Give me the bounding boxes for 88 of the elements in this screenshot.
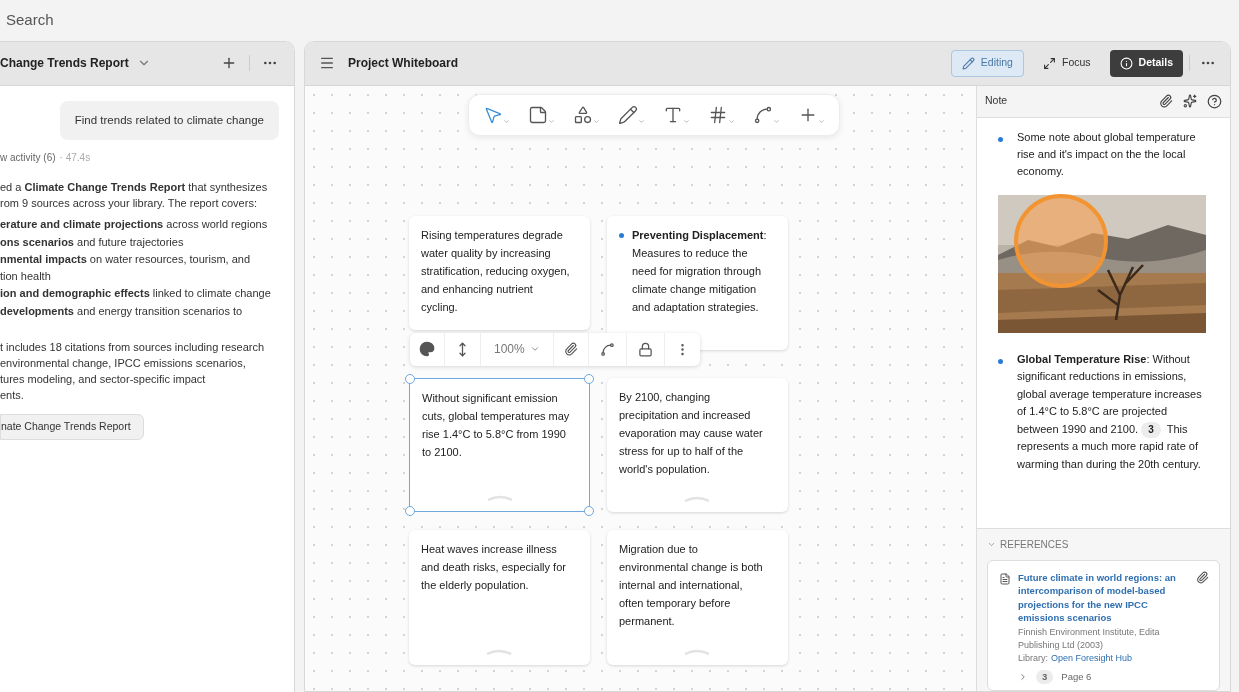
search-field[interactable]: Search: [6, 9, 306, 32]
bullet-text: nmental impacts on water resources, tourism, and: [0, 252, 252, 267]
card-text: Without significant emission cuts, global temperatures may rise 1.4°C to 5.8°C from 1990 to 2100.: [422, 390, 571, 460]
page-label: Page 6: [1061, 669, 1092, 684]
panel-title[interactable]: Change Trends Report: [0, 54, 129, 73]
paperclip-icon[interactable]: [563, 342, 578, 357]
paperclip-icon[interactable]: [1159, 94, 1173, 109]
mode-button[interactable]: Focus: [1031, 49, 1102, 77]
citation-badge: 3: [1036, 669, 1054, 684]
card-text: Preventing Displacement: Measures to reduce the need for migration through climate change mitigation and adaptation strategies.: [632, 227, 768, 315]
user-message: Find trends related to climate change: [59, 100, 279, 140]
connector-icon: [753, 104, 773, 125]
response-text: rom 9 sources across your library. The report covers:: [0, 196, 258, 211]
bullet-icon: [998, 136, 1003, 142]
activity-time: · 47.4s: [59, 151, 91, 165]
whiteboard-title: Project Whiteboard: [348, 55, 458, 73]
grip-icon[interactable]: [486, 494, 514, 501]
card-text: By 2100, changing precipitation and increased evaporation may cause water stress for up to half of the world's population.: [619, 389, 764, 477]
library-link[interactable]: Open Foresight Hub: [1051, 651, 1133, 665]
caret-icon: [728, 117, 735, 125]
tool-button[interactable]: [708, 104, 735, 125]
sticky-card[interactable]: Rising temperatures degrade water quality by increasing stratification, reducing oxygen, and enhancing nutrient cycling.: [409, 215, 590, 330]
response-text: t includes 18 citations from sources including research: [0, 340, 266, 355]
zoom-dropdown[interactable]: 100%: [481, 332, 554, 366]
resize-handle[interactable]: [405, 373, 415, 384]
card-text: Heat waves increase illness and death risks, especially for the elderly population.: [421, 541, 567, 593]
connector-icon[interactable]: [599, 341, 615, 357]
grip-icon[interactable]: [683, 648, 711, 655]
lock-icon[interactable]: [637, 341, 653, 357]
references-heading[interactable]: REFERENCES: [1000, 536, 1069, 552]
caret-icon: [773, 117, 780, 125]
help-icon[interactable]: [1207, 93, 1222, 109]
caret-icon: [548, 117, 555, 125]
reference-publisher: Finnish Environment Institute, Edita Publishing Ltd (2003): [1018, 625, 1161, 652]
tool-button[interactable]: [528, 104, 555, 125]
info-icon: [1119, 56, 1133, 70]
details-title: Note: [985, 93, 1009, 109]
bullet-text: developments and energy transition scenarios to: [0, 303, 244, 319]
bullet-icon: [619, 232, 624, 238]
paperclip-icon[interactable]: [1196, 570, 1209, 584]
citation-badge[interactable]: 3: [1141, 421, 1161, 438]
open-report-button[interactable]: nate Change Trends Report: [0, 414, 144, 440]
expand-icon: [1042, 56, 1056, 70]
bullet-icon: [998, 358, 1003, 364]
caret-icon: [638, 117, 645, 125]
pencil-icon: [961, 56, 975, 70]
tool-button[interactable]: [753, 104, 780, 125]
library-label: Library:: [1018, 651, 1048, 665]
caret-icon: [593, 117, 600, 125]
caret-icon: [818, 117, 825, 125]
mode-button[interactable]: Editing: [950, 49, 1024, 77]
tool-button[interactable]: [618, 104, 645, 125]
bullet-text: tion health: [0, 268, 52, 284]
tool-button[interactable]: [573, 104, 600, 125]
resize-handle[interactable]: [405, 505, 415, 516]
shapes-icon: [573, 104, 593, 125]
sparkles-icon[interactable]: [1183, 94, 1197, 109]
resize-handle[interactable]: [584, 373, 594, 384]
sticky-card[interactable]: Preventing Displacement: Measures to reduce the need for migration through climate change mitigation and adaptation strategies.: [607, 215, 788, 350]
grip-icon[interactable]: [683, 495, 711, 502]
activity-link[interactable]: w activity (6): [0, 150, 56, 165]
card-text: Rising temperatures degrade water quality by increasing stratification, reducing oxygen, and enhancing nutrient cycling.: [421, 227, 571, 315]
sticky-card[interactable]: Migration due to environmental change is both internal and international, often temporary before permanent.: [607, 529, 788, 665]
sticky-card[interactable]: Heat waves increase illness and death risks, especially for the elderly population.: [409, 529, 590, 665]
response-text: ed a Climate Change Trends Report that synthesizes: [0, 180, 269, 195]
note-text: Global Temperature Rise: Without significant reductions in emissions, global average temperature increases of 1.4°C to 5.8°C are projected between 1990 and 2100. 3 This represents a much more rapid rate of warming than during the 20th century.: [1017, 351, 1203, 472]
response-text: ents.: [0, 388, 25, 403]
caret-icon: [503, 117, 510, 125]
bullet-text: erature and climate projections across world regions: [0, 217, 269, 232]
document-icon: [999, 572, 1011, 585]
frame-icon: [708, 104, 728, 125]
grip-icon[interactable]: [485, 648, 513, 655]
caret-icon: [683, 117, 690, 125]
response-text: tures modeling, and sector-specific impact: [0, 372, 207, 387]
reference-title[interactable]: Future climate in world regions: an intercomparison of model-based projections for the new IPCC emissions scenarios: [1018, 570, 1189, 625]
bullet-text: ion and demographic effects linked to climate change: [0, 286, 272, 301]
canvas[interactable]: [305, 85, 976, 691]
sticky-card[interactable]: By 2100, changing precipitation and increased evaporation may cause water stress for up to half of the world's population.: [607, 377, 788, 512]
pencil-icon: [618, 104, 638, 125]
response-text: environmental change, IPCC emissions scenarios,: [0, 356, 247, 371]
mode-button[interactable]: Details: [1109, 49, 1183, 77]
resize-handle[interactable]: [584, 505, 594, 516]
bullet-text: ons scenarios and future trajectories: [0, 234, 185, 250]
palette-icon[interactable]: [419, 341, 435, 358]
note-icon: [528, 104, 548, 125]
card-text: Migration due to environmental change is both internal and international, often temporary before permanent.: [619, 541, 764, 629]
chevron-right-icon[interactable]: [1018, 671, 1028, 682]
note-text: Some note about global temperature rise and it's impact on the the local economy.: [1017, 129, 1197, 179]
